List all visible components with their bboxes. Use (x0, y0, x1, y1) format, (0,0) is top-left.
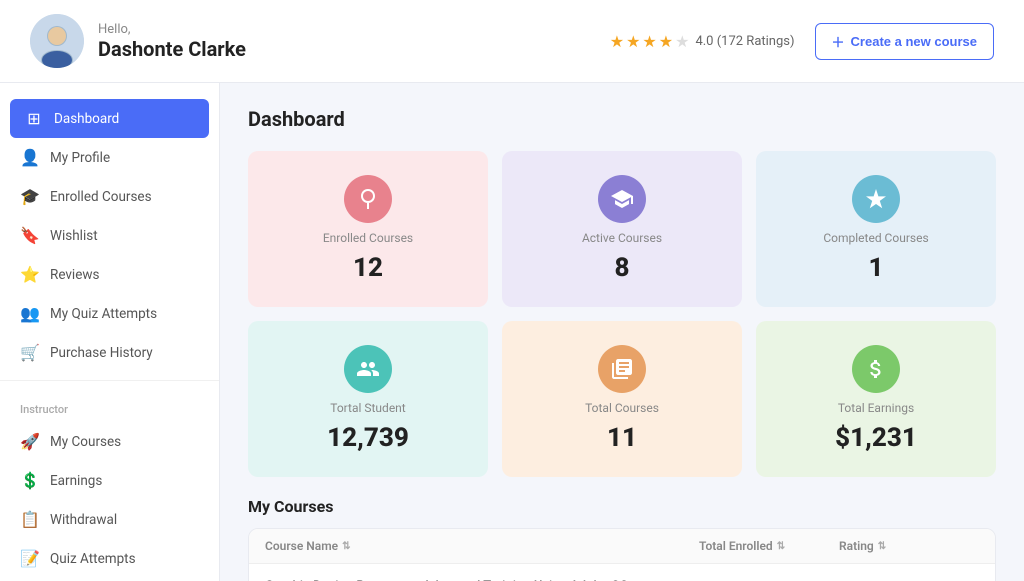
stat-card-total-courses: Total Courses 11 (502, 321, 742, 477)
stat-card-total-earnings: Total Earnings $1,231 (756, 321, 996, 477)
app-container: Hello, Dashonte Clarke ★ ★ ★ ★ ★ 4.0 (17… (0, 0, 1024, 581)
my-courses-title: My Courses (248, 497, 996, 516)
sidebar-item-earnings[interactable]: 💲 Earnings (0, 461, 219, 500)
sort-icon-rating: ⇅ (878, 541, 886, 552)
sidebar-label-reviews: Reviews (50, 267, 100, 283)
sort-icon-name: ⇅ (342, 541, 350, 552)
avatar (30, 14, 84, 68)
sidebar-item-purchase-history[interactable]: 🛒 Purchase History (0, 333, 219, 372)
completed-stat-value: 1 (869, 253, 884, 283)
th-course-name: Course Name ⇅ (265, 539, 699, 553)
enrolled-stat-label: Enrolled Courses (323, 231, 413, 245)
courses-table: Course Name ⇅ Total Enrolled ⇅ Rating ⇅ … (248, 528, 996, 581)
main-layout: ⊞ Dashboard 👤 My Profile 🎓 Enrolled Cour… (0, 83, 1024, 581)
sidebar-label-earnings: Earnings (50, 473, 102, 489)
header-greeting: Hello, Dashonte Clarke (98, 22, 246, 61)
sidebar: ⊞ Dashboard 👤 My Profile 🎓 Enrolled Cour… (0, 83, 220, 581)
sidebar-label-my-courses: My Courses (50, 434, 121, 450)
courses-stat-value: 11 (607, 423, 637, 453)
earnings-icon: 💲 (20, 471, 40, 490)
instructor-quiz-icon: 📝 (20, 549, 40, 568)
courses-stat-label: Total Courses (585, 401, 659, 415)
quiz-attempts-icon: 👥 (20, 304, 40, 323)
plus-icon: ＋ (832, 32, 845, 51)
sidebar-label-dashboard: Dashboard (54, 111, 119, 127)
header: Hello, Dashonte Clarke ★ ★ ★ ★ ★ 4.0 (17… (0, 0, 1024, 83)
star-2: ★ (626, 32, 640, 51)
wishlist-icon: 🔖 (20, 226, 40, 245)
completed-stat-icon (852, 175, 900, 223)
enrolled-icon: 🎓 (20, 187, 40, 206)
students-stat-label: Tortal Student (330, 401, 405, 415)
dashboard-icon: ⊞ (24, 109, 44, 128)
sidebar-item-my-courses[interactable]: 🚀 My Courses (0, 422, 219, 461)
profile-icon: 👤 (20, 148, 40, 167)
stats-grid: Enrolled Courses 12 Active Courses 8 (248, 151, 996, 477)
header-rating: 4.0 (172 Ratings) (695, 34, 794, 49)
my-courses-icon: 🚀 (20, 432, 40, 451)
stat-card-active: Active Courses 8 (502, 151, 742, 307)
star-5: ★ (675, 32, 689, 51)
completed-stat-label: Completed Courses (823, 231, 928, 245)
page-title: Dashboard (248, 107, 996, 131)
rating-area: ★ ★ ★ ★ ★ 4.0 (172 Ratings) (610, 32, 795, 51)
sidebar-divider (0, 380, 219, 381)
table-row: Graphic Design Bootcamp: Advanced Traini… (249, 564, 995, 581)
enrolled-stat-value: 12 (353, 253, 383, 283)
star-1: ★ (610, 32, 624, 51)
students-stat-value: 12,739 (327, 423, 409, 453)
sidebar-label-withdrawal: Withdrawal (50, 512, 117, 528)
sidebar-item-instructor-quiz[interactable]: 📝 Quiz Attempts (0, 539, 219, 578)
create-course-button[interactable]: ＋ Create a new course (815, 23, 994, 60)
withdrawal-icon: 📋 (20, 510, 40, 529)
header-stars: ★ ★ ★ ★ ★ (610, 32, 690, 51)
students-stat-icon (344, 345, 392, 393)
active-stat-label: Active Courses (582, 231, 662, 245)
sidebar-item-quiz-attempts[interactable]: 👥 My Quiz Attempts (0, 294, 219, 333)
active-stat-icon (598, 175, 646, 223)
sidebar-label-instructor-quiz: Quiz Attempts (50, 551, 136, 567)
purchase-history-icon: 🛒 (20, 343, 40, 362)
earnings-stat-value: $1,231 (835, 423, 917, 453)
th-rating: Rating ⇅ (839, 539, 979, 553)
stat-card-enrolled: Enrolled Courses 12 (248, 151, 488, 307)
instructor-section-label: Instructor (0, 389, 219, 422)
sidebar-label-purchase-history: Purchase History (50, 345, 153, 361)
earnings-stat-icon (852, 345, 900, 393)
star-3: ★ (642, 32, 656, 51)
header-right: ★ ★ ★ ★ ★ 4.0 (172 Ratings) ＋ Create a n… (610, 23, 994, 60)
sidebar-item-enrolled-courses[interactable]: 🎓 Enrolled Courses (0, 177, 219, 216)
th-total-enrolled: Total Enrolled ⇅ (699, 539, 839, 553)
main-content: Dashboard Enrolled Courses 12 (220, 83, 1024, 581)
earnings-stat-label: Total Earnings (838, 401, 914, 415)
hello-text: Hello, (98, 22, 246, 37)
sidebar-label-enrolled-courses: Enrolled Courses (50, 189, 152, 205)
sidebar-item-my-profile[interactable]: 👤 My Profile (0, 138, 219, 177)
sidebar-item-dashboard[interactable]: ⊞ Dashboard (10, 99, 209, 138)
sort-icon-enrolled: ⇅ (777, 541, 785, 552)
star-4: ★ (659, 32, 673, 51)
sidebar-label-quiz-attempts: My Quiz Attempts (50, 306, 157, 322)
sidebar-item-reviews[interactable]: ⭐ Reviews (0, 255, 219, 294)
sidebar-label-my-profile: My Profile (50, 150, 110, 166)
reviews-icon: ⭐ (20, 265, 40, 284)
header-left: Hello, Dashonte Clarke (30, 14, 246, 68)
sidebar-label-wishlist: Wishlist (50, 228, 98, 244)
courses-stat-icon (598, 345, 646, 393)
user-name: Dashonte Clarke (98, 37, 246, 61)
enrolled-stat-icon (344, 175, 392, 223)
stat-card-completed: Completed Courses 1 (756, 151, 996, 307)
sidebar-item-withdrawal[interactable]: 📋 Withdrawal (0, 500, 219, 539)
active-stat-value: 8 (615, 253, 630, 283)
table-header: Course Name ⇅ Total Enrolled ⇅ Rating ⇅ (249, 529, 995, 564)
sidebar-item-wishlist[interactable]: 🔖 Wishlist (0, 216, 219, 255)
stat-card-total-students: Tortal Student 12,739 (248, 321, 488, 477)
